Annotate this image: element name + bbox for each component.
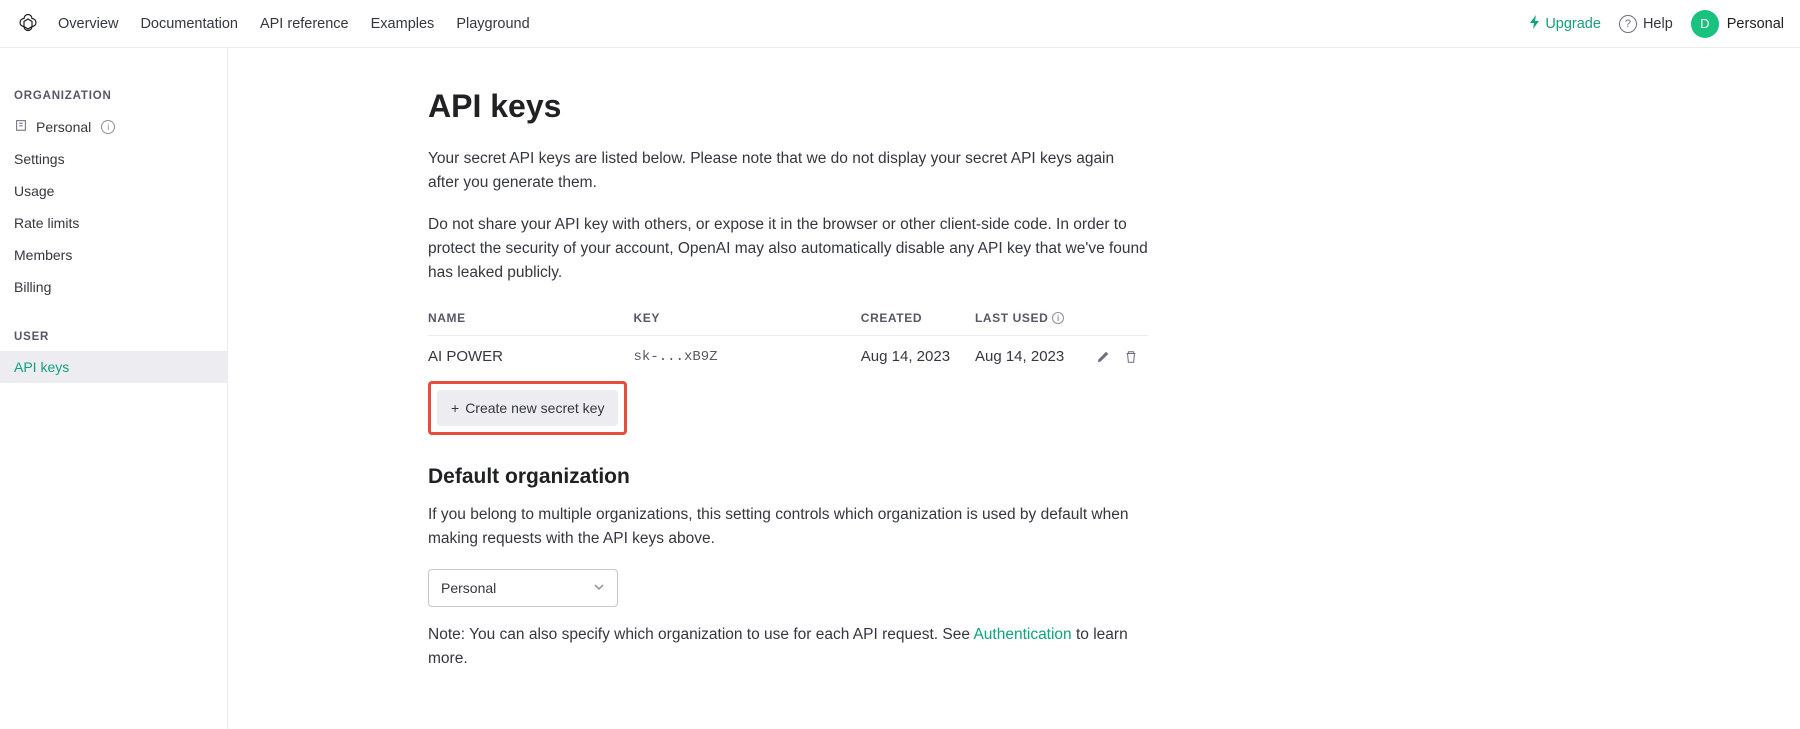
table-row: AI POWER sk-...xB9Z Aug 14, 2023 Aug 14,… — [428, 336, 1148, 378]
create-key-highlight: + Create new secret key — [428, 381, 627, 435]
help-label: Help — [1643, 16, 1673, 32]
default-org-heading: Default organization — [428, 465, 1148, 489]
bolt-icon — [1529, 15, 1541, 33]
sidebar-item-api-keys[interactable]: API keys — [0, 351, 227, 383]
account-label: Personal — [1727, 16, 1784, 32]
nav-overview[interactable]: Overview — [58, 16, 118, 32]
upgrade-link[interactable]: Upgrade — [1529, 15, 1601, 33]
note-prefix: Note: You can also specify which organiz… — [428, 626, 973, 643]
authentication-link[interactable]: Authentication — [973, 626, 1071, 643]
nav-documentation[interactable]: Documentation — [140, 16, 238, 32]
intro-paragraph-2: Do not share your API key with others, o… — [428, 213, 1148, 285]
sidebar-section-user: USER — [0, 319, 227, 351]
nav-examples[interactable]: Examples — [371, 16, 435, 32]
trash-icon[interactable] — [1124, 350, 1138, 364]
openai-logo-icon[interactable] — [16, 12, 40, 36]
nav-right: Upgrade ? Help D Personal — [1529, 10, 1784, 38]
info-icon: i — [1052, 312, 1064, 324]
footer-note: Note: You can also specify which organiz… — [428, 623, 1148, 671]
key-last-used: Aug 14, 2023 — [975, 336, 1096, 378]
edit-icon[interactable] — [1096, 350, 1110, 364]
col-name: NAME — [428, 303, 634, 336]
sidebar-item-label: API keys — [14, 359, 69, 375]
info-icon: i — [101, 120, 115, 134]
help-link[interactable]: ? Help — [1619, 15, 1673, 33]
col-created: CREATED — [861, 303, 975, 336]
sidebar: ORGANIZATION Personal i Settings Usage R… — [0, 48, 228, 729]
intro-paragraph-1: Your secret API keys are listed below. P… — [428, 147, 1148, 195]
sidebar-item-label: Personal — [36, 119, 91, 135]
create-key-label: Create new secret key — [465, 400, 604, 416]
nav-playground[interactable]: Playground — [456, 16, 529, 32]
sidebar-item-label: Billing — [14, 279, 51, 295]
sidebar-item-usage[interactable]: Usage — [0, 175, 227, 207]
key-value: sk-...xB9Z — [634, 336, 861, 378]
key-name: AI POWER — [428, 336, 634, 378]
chevron-down-icon — [593, 580, 605, 596]
plus-icon: + — [451, 400, 459, 416]
sidebar-item-label: Rate limits — [14, 215, 79, 231]
main-content: API keys Your secret API keys are listed… — [228, 48, 1628, 729]
upgrade-label: Upgrade — [1545, 16, 1601, 32]
sidebar-section-organization: ORGANIZATION — [0, 78, 227, 110]
api-keys-table: NAME KEY CREATED LAST USED i — [428, 303, 1148, 377]
default-org-select[interactable]: Personal — [428, 569, 618, 607]
sidebar-item-rate-limits[interactable]: Rate limits — [0, 207, 227, 239]
avatar: D — [1691, 10, 1719, 38]
key-created: Aug 14, 2023 — [861, 336, 975, 378]
nav-api-reference[interactable]: API reference — [260, 16, 349, 32]
account-menu[interactable]: D Personal — [1691, 10, 1784, 38]
page-title: API keys — [428, 88, 1148, 125]
default-org-desc: If you belong to multiple organizations,… — [428, 503, 1148, 551]
top-nav: Overview Documentation API reference Exa… — [0, 0, 1800, 48]
sidebar-item-billing[interactable]: Billing — [0, 271, 227, 303]
sidebar-item-label: Settings — [14, 151, 65, 167]
select-value: Personal — [441, 580, 496, 596]
sidebar-item-settings[interactable]: Settings — [0, 143, 227, 175]
nav-links: Overview Documentation API reference Exa… — [58, 16, 530, 32]
col-last-used: LAST USED i — [975, 303, 1096, 336]
sidebar-item-label: Usage — [14, 183, 54, 199]
help-icon: ? — [1619, 15, 1637, 33]
create-secret-key-button[interactable]: + Create new secret key — [437, 390, 618, 426]
col-last-used-label: LAST USED — [975, 311, 1048, 325]
sidebar-item-label: Members — [14, 247, 72, 263]
sidebar-item-personal[interactable]: Personal i — [0, 110, 227, 143]
building-icon — [14, 118, 28, 135]
col-key: KEY — [634, 303, 861, 336]
sidebar-item-members[interactable]: Members — [0, 239, 227, 271]
